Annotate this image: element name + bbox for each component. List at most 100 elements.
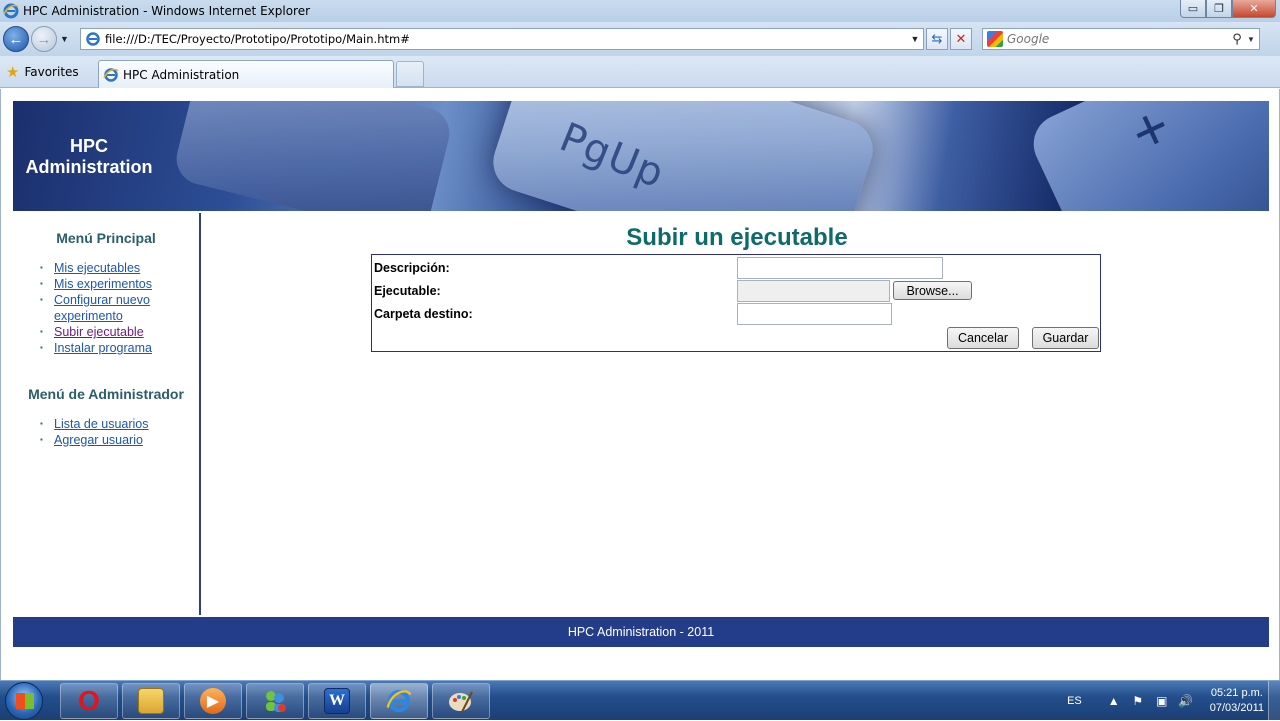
- menu-link-subir-ejecutable[interactable]: Subir ejecutable: [54, 325, 144, 339]
- star-icon: ★: [6, 63, 20, 81]
- ejecutable-label: Ejecutable:: [374, 284, 441, 298]
- carpeta-destino-label: Carpeta destino:: [374, 307, 473, 321]
- menu-item: Mis experimentos: [40, 276, 180, 292]
- menu-link-mis-ejecutables[interactable]: Mis ejecutables: [54, 261, 140, 275]
- menu-link-agregar-usuario[interactable]: Agregar usuario: [54, 433, 143, 447]
- stop-icon: ✕: [955, 31, 967, 46]
- language-indicator[interactable]: ES: [1067, 695, 1082, 707]
- carpeta-destino-input[interactable]: [737, 303, 892, 325]
- keyboard-key-image: [171, 101, 455, 211]
- internet-explorer-icon: [3, 3, 19, 19]
- recent-pages-dropdown[interactable]: ▼: [60, 34, 69, 44]
- cancel-button[interactable]: Cancelar: [947, 327, 1019, 349]
- opera-icon: O: [78, 685, 100, 716]
- address-bar[interactable]: file:///D:/TEC/Proyecto/Prototipo/Protot…: [80, 28, 924, 50]
- search-icon[interactable]: ⚲: [1227, 31, 1247, 47]
- address-url[interactable]: file:///D:/TEC/Proyecto/Prototipo/Protot…: [105, 32, 907, 46]
- file-path-input[interactable]: [737, 280, 890, 302]
- upload-form: Descripción: Ejecutable: Browse... Carpe…: [371, 254, 1101, 352]
- menu-item: Instalar programa: [40, 340, 180, 356]
- menu-link-instalar-programa[interactable]: Instalar programa: [54, 341, 152, 355]
- keyboard-key-image: [485, 101, 881, 211]
- menu-link-configurar-experimento[interactable]: Configurar nuevo experimento: [54, 293, 150, 323]
- menu-item: Subir ejecutable: [40, 324, 180, 340]
- windows-logo-icon: [16, 693, 34, 709]
- minimize-button[interactable]: ▭: [1180, 0, 1206, 18]
- taskbar: O ▶ W ES ▲ ⚑ ▣ 🔊 05:21 p.m. 07/03/2011: [0, 680, 1280, 721]
- sidebar: Menú Principal Mis ejecutables Mis exper…: [13, 213, 201, 615]
- page-viewport: PgUp + HPC Administration Menú Principal…: [0, 89, 1280, 680]
- taskbar-app-internet-explorer[interactable]: [370, 683, 428, 719]
- favorites-bar: ★ Favorites HPC Administration: [0, 56, 1280, 88]
- stop-button[interactable]: ✕: [950, 28, 972, 50]
- network-icon[interactable]: ▣: [1154, 694, 1170, 708]
- window-titlebar: HPC Administration - Windows Internet Ex…: [0, 0, 1280, 22]
- window-controls: ▭ ❐ ✕: [1180, 0, 1276, 18]
- clock[interactable]: 05:21 p.m. 07/03/2011: [1210, 686, 1264, 716]
- word-icon: W: [324, 688, 350, 714]
- taskbar-app-explorer[interactable]: [122, 683, 180, 719]
- search-input[interactable]: [1007, 32, 1227, 46]
- main-menu: Mis ejecutables Mis experimentos Configu…: [40, 260, 180, 356]
- page-footer: HPC Administration - 2011: [13, 617, 1269, 647]
- save-button[interactable]: Guardar: [1032, 327, 1099, 349]
- tab-title: HPC Administration: [123, 67, 240, 82]
- refresh-icon: ⇆: [931, 31, 943, 46]
- start-button[interactable]: [5, 682, 43, 720]
- menu-item: Lista de usuarios: [40, 416, 199, 432]
- taskbar-app-opera[interactable]: O: [60, 683, 118, 719]
- action-center-flag-icon[interactable]: ⚑: [1130, 694, 1146, 708]
- descripcion-input[interactable]: [737, 257, 943, 279]
- search-box[interactable]: ⚲ ▼: [982, 28, 1260, 50]
- navigation-bar: ← → ▼ file:///D:/TEC/Proyecto/Prototipo/…: [0, 22, 1280, 56]
- menu-link-mis-experimentos[interactable]: Mis experimentos: [54, 277, 152, 291]
- google-icon: [987, 31, 1003, 47]
- clock-date: 07/03/2011: [1209, 702, 1264, 714]
- close-icon: ✕: [1249, 3, 1259, 15]
- system-tray: ES ▲ ⚑ ▣ 🔊 05:21 p.m. 07/03/2011: [1067, 681, 1264, 721]
- header-banner: PgUp + HPC Administration: [13, 101, 1269, 211]
- site-title: HPC Administration: [25, 136, 153, 177]
- page-icon: [86, 32, 100, 46]
- restore-icon: ❐: [1214, 3, 1224, 15]
- page-title: Subir un ejecutable: [626, 224, 848, 251]
- menu-item: Mis ejecutables: [40, 260, 180, 276]
- new-tab-button[interactable]: [396, 61, 424, 87]
- browse-button[interactable]: Browse...: [893, 281, 972, 300]
- internet-explorer-icon: [103, 67, 119, 82]
- internet-explorer-icon: [386, 688, 412, 714]
- menu-link-lista-usuarios[interactable]: Lista de usuarios: [54, 417, 149, 431]
- minimize-icon: ▭: [1187, 3, 1199, 15]
- admin-menu-title: Menú de Administrador: [28, 386, 184, 402]
- descripcion-label: Descripción:: [374, 261, 450, 275]
- volume-icon[interactable]: 🔊: [1178, 694, 1194, 708]
- favorites-button[interactable]: ★ Favorites: [6, 62, 79, 82]
- back-button[interactable]: ←: [3, 26, 29, 52]
- paint-icon: [448, 688, 474, 714]
- show-desktop-button[interactable]: [1268, 681, 1280, 721]
- address-dropdown-icon[interactable]: ▼: [907, 34, 923, 44]
- browser-tab[interactable]: HPC Administration: [98, 60, 394, 88]
- restore-button[interactable]: ❐: [1206, 0, 1232, 18]
- forward-button[interactable]: →: [31, 26, 57, 52]
- messenger-icon: [262, 688, 288, 714]
- favorites-label: Favorites: [24, 65, 79, 79]
- clock-time: 05:21 p.m.: [1210, 687, 1263, 699]
- taskbar-app-messenger[interactable]: [246, 683, 304, 719]
- media-player-icon: ▶: [200, 688, 226, 714]
- search-dropdown-icon[interactable]: ▼: [1247, 35, 1259, 44]
- back-arrow-icon: ←: [8, 30, 24, 48]
- forward-arrow-icon: →: [36, 30, 52, 48]
- menu-item: Configurar nuevo experimento: [40, 292, 180, 324]
- refresh-button[interactable]: ⇆: [926, 28, 948, 50]
- taskbar-app-media-player[interactable]: ▶: [184, 683, 242, 719]
- window-title: HPC Administration - Windows Internet Ex…: [23, 4, 311, 18]
- taskbar-app-paint[interactable]: [432, 683, 490, 719]
- close-button[interactable]: ✕: [1232, 0, 1276, 18]
- show-hidden-icons-icon[interactable]: ▲: [1106, 694, 1122, 708]
- main-menu-title: Menú Principal: [56, 230, 156, 246]
- explorer-icon: [138, 688, 164, 714]
- admin-menu: Lista de usuarios Agregar usuario: [40, 416, 199, 448]
- taskbar-app-word[interactable]: W: [308, 683, 366, 719]
- menu-item: Agregar usuario: [40, 432, 199, 448]
